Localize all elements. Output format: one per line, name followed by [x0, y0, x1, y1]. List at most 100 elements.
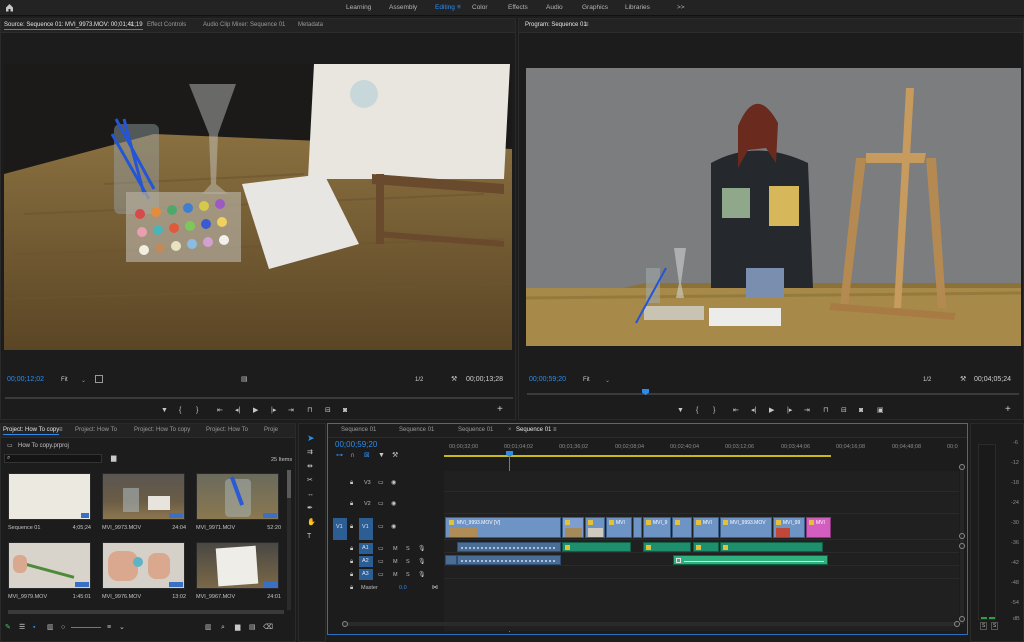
lock-icon[interactable]: 🔒︎	[350, 584, 353, 593]
track-a2-lane[interactable]	[444, 554, 959, 566]
add-button-icon[interactable]: +	[1005, 405, 1011, 415]
panel-menu-icon[interactable]: ≡	[585, 22, 589, 28]
audio-clip[interactable]	[693, 542, 719, 552]
clip-name[interactable]: MVI_9973.MOV	[102, 525, 141, 531]
zoom-slider[interactable]	[71, 627, 101, 628]
source-patch-v1[interactable]: V1	[333, 518, 347, 540]
wrench-icon[interactable]: ⚒	[451, 375, 457, 384]
sort-icon[interactable]: ≡	[107, 623, 111, 632]
tab-metadata[interactable]: Metadata	[298, 22, 323, 28]
tab-project-truncated[interactable]: Proje	[264, 427, 278, 433]
camera-icon[interactable]: ◙	[343, 406, 347, 415]
panel-menu-icon[interactable]: ≡	[130, 22, 134, 28]
video-clip[interactable]: MVI	[693, 517, 719, 538]
mute-button[interactable]: M	[393, 546, 398, 552]
step-forward-icon[interactable]: |▸	[271, 406, 276, 415]
master-lane[interactable]	[444, 580, 959, 592]
sync-lock-icon[interactable]: ▭	[378, 523, 384, 532]
track-a2-target[interactable]: A2	[359, 556, 373, 567]
ripple-edit-tool-icon[interactable]: ⇹	[307, 462, 313, 471]
timeline-settings-icon[interactable]: ⚒	[392, 451, 398, 460]
workspace-effects[interactable]: Effects	[508, 4, 528, 11]
audio-clip[interactable]	[457, 555, 561, 565]
tab-sequence-1[interactable]: Sequence 01	[341, 427, 376, 433]
clip-thumbnail[interactable]	[8, 473, 91, 520]
track-v1-target[interactable]: V1	[359, 518, 373, 540]
tab-sequence-active[interactable]: Sequence 01	[516, 427, 551, 433]
clip-thumbnail[interactable]	[196, 542, 279, 589]
clip-thumbnail[interactable]	[102, 473, 185, 520]
video-clip[interactable]	[672, 517, 692, 538]
audio-clip[interactable]	[445, 555, 457, 565]
add-marker-icon[interactable]: ▼	[161, 406, 168, 415]
track-a3-target[interactable]: A3	[359, 569, 373, 580]
source-timecode-current[interactable]: 00;00;12;02	[7, 376, 44, 383]
mute-button[interactable]: M	[393, 572, 398, 578]
video-clip[interactable]: MVI_9	[643, 517, 671, 538]
timeline-ruler[interactable]: 00;00;32;00 00;01;04;02 00;01;36;02 00;0…	[444, 440, 959, 460]
type-tool-icon[interactable]: T	[307, 532, 311, 541]
clip-thumbnail[interactable]	[102, 542, 185, 589]
wrench-icon[interactable]: ⚒	[960, 375, 966, 384]
clip-thumbnail[interactable]	[196, 473, 279, 520]
audio-clip[interactable]	[457, 542, 561, 552]
mark-in-icon[interactable]: {	[179, 406, 181, 415]
pencil-icon[interactable]: ✎	[5, 623, 11, 632]
microphone-icon[interactable]: 🎙︎	[418, 571, 426, 580]
new-item-icon[interactable]: ▤	[249, 623, 256, 632]
timeline-horizontal-scrollbar[interactable]	[342, 621, 960, 627]
step-back-icon[interactable]: ◂|	[235, 406, 240, 415]
workspace-libraries[interactable]: Libraries	[625, 4, 650, 11]
mark-out-icon[interactable]: }	[196, 406, 198, 415]
go-to-in-icon[interactable]: ⇤	[733, 406, 739, 415]
tab-sequence-2[interactable]: Sequence 01	[399, 427, 434, 433]
solo-right-button[interactable]: S	[991, 622, 998, 630]
video-clip[interactable]	[562, 517, 584, 538]
program-resolution-dropdown[interactable]: 1/2	[923, 377, 931, 383]
workspace-learning[interactable]: Learning	[346, 4, 371, 11]
source-time-ruler[interactable]	[5, 397, 513, 399]
panel-menu-icon[interactable]: ≡	[553, 427, 557, 433]
add-button-icon[interactable]: +	[497, 405, 503, 415]
comparison-view-icon[interactable]: ▣	[877, 406, 884, 415]
tab-project-how-to-copy[interactable]: Project: How To copy	[3, 427, 60, 435]
razor-tool-icon[interactable]: ✂	[307, 476, 313, 485]
track-v1-lane[interactable]: MVI_9993.MOV [V] MVI MVI_9 MVI MVI_9993.…	[444, 515, 959, 540]
clip-name[interactable]: MVI_9971.MOV	[196, 525, 235, 531]
tab-source[interactable]: Source: Sequence 01: MVI_9973.MOV: 00;01…	[4, 22, 143, 30]
linked-selection-icon[interactable]: ⊠	[364, 451, 370, 460]
video-clip[interactable]: MVI_99	[773, 517, 805, 538]
workspace-graphics[interactable]: Graphics	[582, 4, 608, 11]
tab-project-how-to-2[interactable]: Project: How To	[206, 427, 248, 433]
sync-lock-icon[interactable]: ▭	[378, 558, 384, 567]
find-icon[interactable]: ⌕	[221, 623, 225, 632]
clip-name[interactable]: Sequence 01	[8, 525, 40, 531]
source-fit-dropdown[interactable]: Fit	[61, 377, 68, 383]
microphone-icon[interactable]: 🎙︎	[418, 545, 426, 554]
audio-clip[interactable]	[720, 542, 823, 552]
lock-icon[interactable]: 🔒︎	[350, 571, 353, 580]
sync-lock-icon[interactable]: ▭	[378, 545, 384, 554]
track-select-tool-icon[interactable]: ⇉	[307, 448, 313, 457]
audio-clip[interactable]	[673, 555, 828, 565]
new-bin-icon[interactable]: ▆	[235, 623, 240, 632]
workspace-editing[interactable]: Editing	[435, 4, 455, 11]
video-clip[interactable]: MVI	[606, 517, 632, 538]
go-to-end-icon[interactable]: ⋈	[432, 584, 438, 593]
clip-name[interactable]: MVI_9979.MOV	[8, 594, 47, 600]
sync-lock-icon[interactable]: ▭	[378, 571, 384, 580]
workspace-assembly[interactable]: Assembly	[389, 4, 417, 11]
step-back-icon[interactable]: ◂|	[751, 406, 756, 415]
solo-button[interactable]: S	[406, 559, 410, 565]
zoom-out-icon[interactable]: ○	[61, 623, 65, 632]
eye-icon[interactable]: ◉	[391, 523, 396, 532]
program-time-ruler[interactable]	[527, 393, 1019, 395]
play-icon[interactable]: ▶	[769, 406, 774, 415]
video-clip[interactable]	[585, 517, 605, 538]
eye-icon[interactable]: ◉	[391, 479, 396, 488]
track-a1-lane[interactable]	[444, 541, 959, 553]
selection-tool-icon[interactable]: ➤	[307, 434, 315, 443]
insert-icon[interactable]: ⊓	[307, 406, 312, 415]
workspace-menu-icon[interactable]: ≡	[457, 4, 461, 11]
tab-sequence-3[interactable]: Sequence 01	[458, 427, 493, 433]
